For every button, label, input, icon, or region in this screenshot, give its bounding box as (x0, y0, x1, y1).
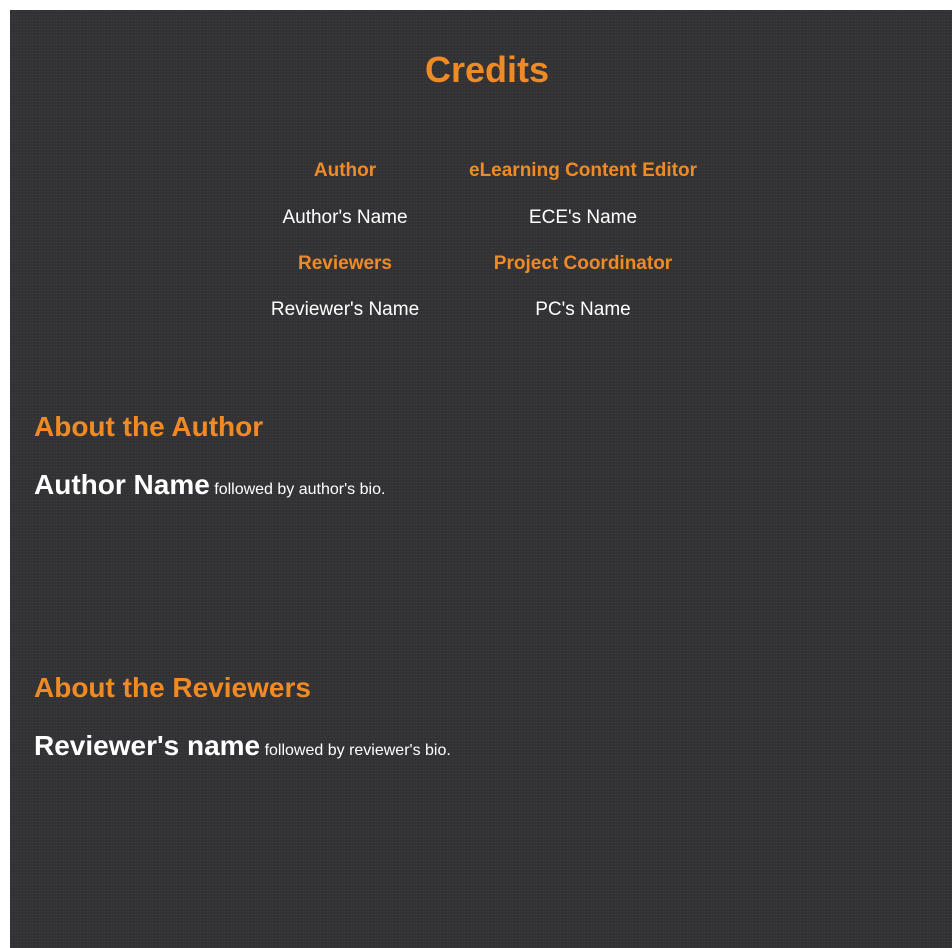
about-author-heading: About the Author (34, 411, 264, 442)
author-role-name: Author's Name (282, 207, 408, 228)
reviewer-bio-text: followed by reviewer's bio. (264, 742, 451, 759)
ece-role-label: eLearning Content Editor (469, 160, 697, 181)
reviewers-role-name: Reviewer's Name (270, 299, 420, 320)
author-role-label: Author (313, 160, 377, 181)
credits-page: Credits Author eLearning Content Editor … (10, 10, 952, 948)
author-bio: Author Name followed by author's bio. (34, 467, 385, 508)
ece-role-name: ECE's Name (528, 207, 638, 228)
about-reviewers-heading: About the Reviewers (34, 672, 311, 703)
reviewer-bio-name: Reviewer's name (34, 730, 261, 761)
reviewer-bio: Reviewer's name followed by reviewer's b… (34, 728, 451, 769)
pc-role-name: PC's Name (535, 299, 631, 320)
pc-role-label: Project Coordinator (493, 253, 673, 274)
author-bio-name: Author Name (34, 469, 210, 500)
credits-table: Author eLearning Content Editor Author's… (10, 10, 952, 340)
author-bio-text: followed by author's bio. (214, 481, 386, 498)
reviewers-role-label: Reviewers (297, 253, 393, 274)
